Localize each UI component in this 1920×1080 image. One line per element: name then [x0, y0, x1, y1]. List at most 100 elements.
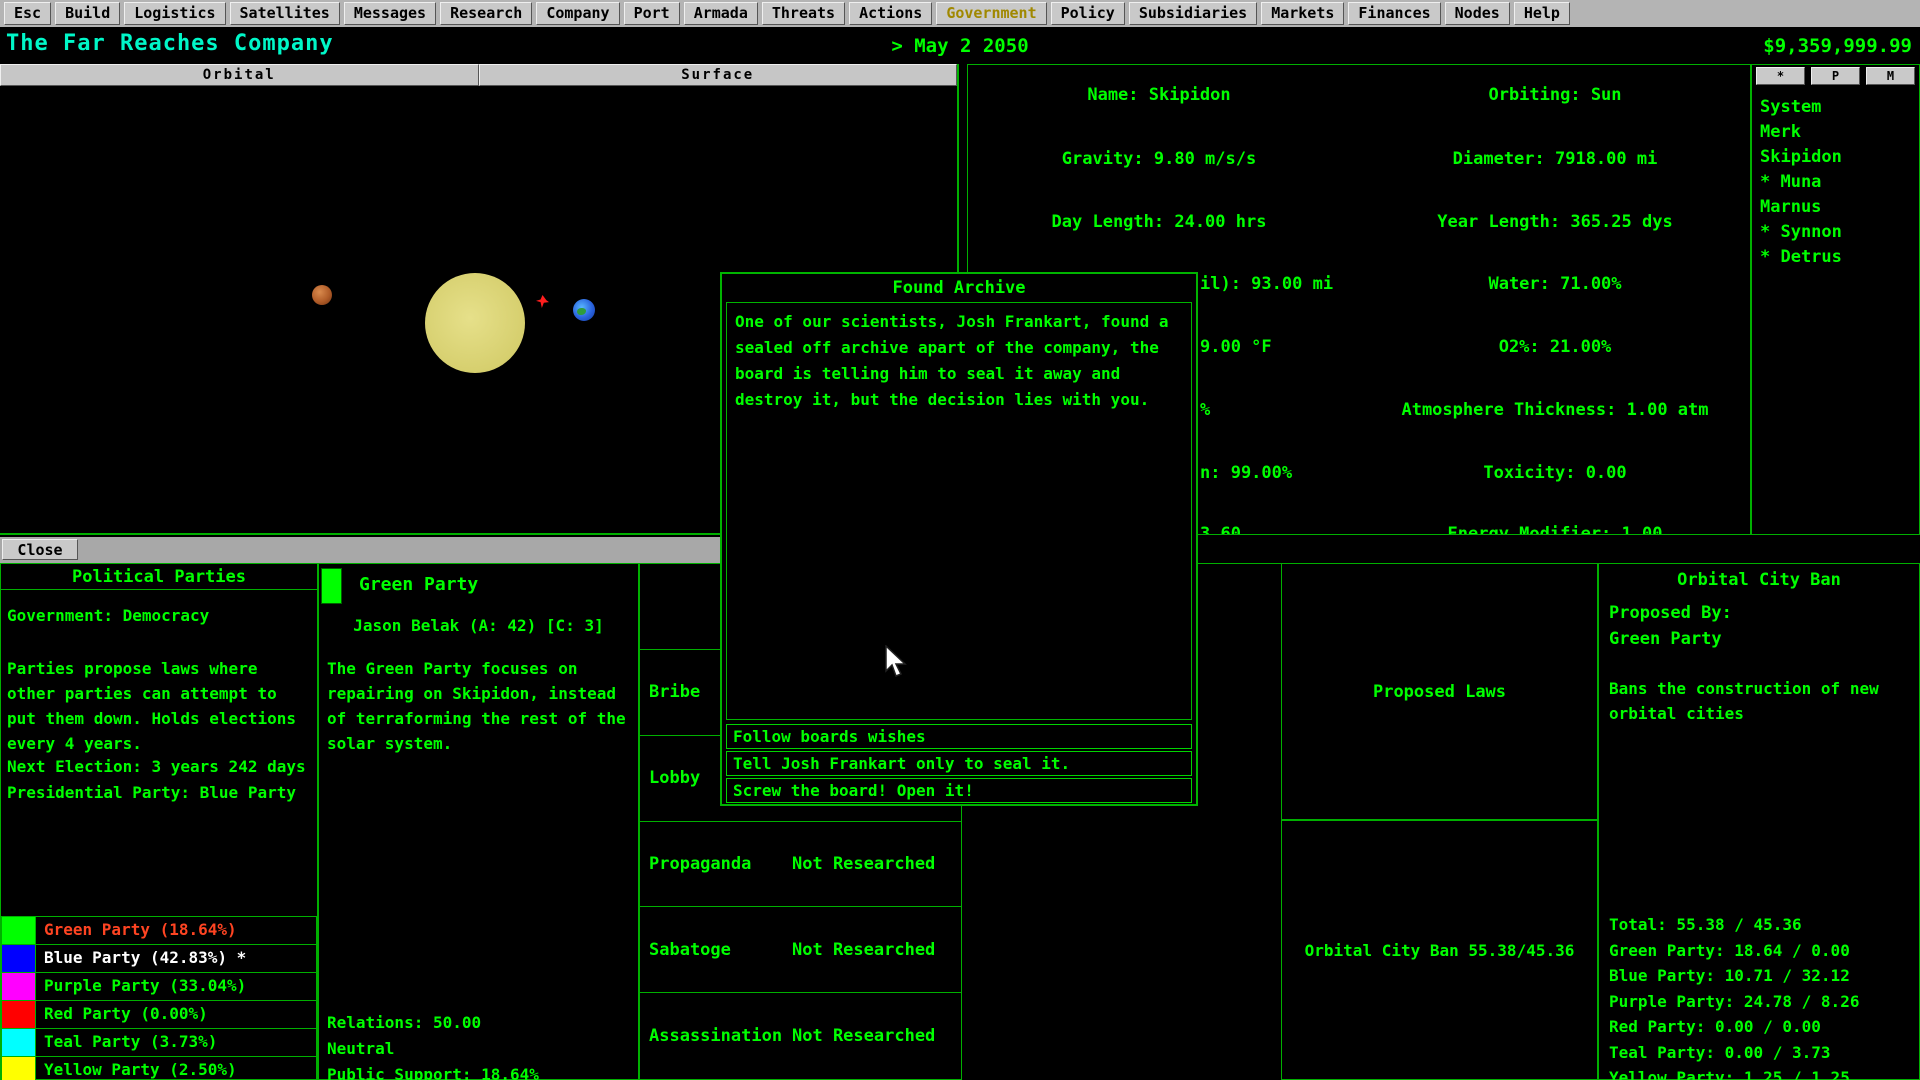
menu-build[interactable]: Build [55, 2, 120, 25]
title-bar: The Far Reaches Company > May 2 2050 $9,… [0, 27, 1920, 64]
vote-yellow: Yellow Party: 1.25 / 1.25 [1609, 1065, 1859, 1080]
party-detail-name: Green Party [359, 574, 478, 595]
dialog-options: Follow boards wishes Tell Josh Frankart … [726, 724, 1192, 805]
law-detail-panel: Orbital City Ban Proposed By: Green Part… [1598, 563, 1920, 1080]
menu-port[interactable]: Port [624, 2, 680, 25]
action-row-propaganda[interactable]: Propaganda Not Researched [640, 822, 961, 908]
party-list: Green Party (18.64%) Blue Party (42.83%)… [1, 916, 317, 1080]
party-detail-swatch [321, 568, 342, 604]
political-parties-header: Political Parties [1, 564, 317, 590]
planet-merk[interactable] [312, 285, 332, 305]
party-row-red[interactable]: Red Party (0.00%) [1, 1000, 317, 1028]
party-color-swatch [2, 945, 36, 972]
sun[interactable] [425, 273, 525, 373]
dialog-option-open-it[interactable]: Screw the board! Open it! [726, 778, 1192, 803]
info-fragment: il): 93.00 mi [1200, 274, 1333, 294]
info-fragment: 3.60 [1200, 524, 1241, 535]
sidebar-item-muna[interactable]: * Muna [1760, 170, 1919, 195]
menu-logistics[interactable]: Logistics [124, 2, 225, 25]
info-fragment: % [1200, 400, 1210, 420]
menu-esc[interactable]: Esc [4, 2, 51, 25]
info-day-length: Day Length: 24.00 hrs [968, 212, 1350, 232]
proposed-law-item[interactable]: Orbital City Ban 55.38/45.36 [1281, 820, 1598, 1080]
sidebar-item-skipidon[interactable]: Skipidon [1760, 145, 1919, 170]
party-detail-panel: Green Party Jason Belak (A: 42) [C: 3] T… [318, 563, 639, 1080]
menu-threats[interactable]: Threats [762, 2, 845, 25]
party-color-swatch [2, 1001, 36, 1028]
dialog-title: Found Archive [722, 274, 1196, 302]
sidebar-item-detrus[interactable]: * Detrus [1760, 245, 1919, 270]
mouse-cursor-icon [884, 645, 910, 683]
dialog-body-text: One of our scientists, Josh Frankart, fo… [726, 302, 1192, 720]
action-status: Not Researched [792, 1026, 935, 1046]
planet-skipidon[interactable] [573, 299, 595, 321]
info-row: Gravity: 9.80 m/s/s Diameter: 7918.00 mi [968, 149, 1750, 171]
action-status: Not Researched [792, 854, 935, 874]
party-row-yellow[interactable]: Yellow Party (2.50%) [1, 1056, 317, 1080]
party-row-green[interactable]: Green Party (18.64%) [1, 916, 317, 944]
menu-finances[interactable]: Finances [1348, 2, 1440, 25]
tab-surface[interactable]: Surface [479, 64, 958, 86]
sidebar-m-button[interactable]: M [1866, 67, 1915, 85]
law-vote-tally: Total: 55.38 / 45.36 Green Party: 18.64 … [1609, 912, 1859, 1080]
party-color-swatch [2, 973, 36, 1000]
fleet-marker-icon[interactable] [536, 295, 549, 308]
info-water: Water: 71.00% [1364, 274, 1746, 294]
vote-purple: Purple Party: 24.78 / 8.26 [1609, 989, 1859, 1015]
system-sidebar: * P M System Merk Skipidon * Muna Marnus… [1751, 64, 1920, 535]
vote-total: Total: 55.38 / 45.36 [1609, 912, 1859, 938]
close-button[interactable]: Close [2, 539, 78, 560]
proposed-by-party: Green Party [1609, 626, 1732, 652]
dialog-option-follow-board[interactable]: Follow boards wishes [726, 724, 1192, 749]
proposed-by-label: Proposed By: [1609, 600, 1732, 626]
info-fragment: 9.00 °F [1200, 337, 1272, 357]
dialog-option-seal-only[interactable]: Tell Josh Frankart only to seal it. [726, 751, 1192, 776]
vote-teal: Teal Party: 0.00 / 3.73 [1609, 1040, 1859, 1066]
viewport-tabs: Orbital Surface [0, 64, 957, 86]
action-status: Not Researched [792, 940, 935, 960]
menu-nodes[interactable]: Nodes [1445, 2, 1510, 25]
sidebar-item-marnus[interactable]: Marnus [1760, 195, 1919, 220]
sidebar-buttons: * P M [1752, 65, 1919, 87]
party-color-swatch [2, 1057, 36, 1080]
government-description: Parties propose laws where other parties… [7, 656, 307, 756]
game-screen: Esc Build Logistics Satellites Messages … [0, 0, 1920, 1080]
menu-markets[interactable]: Markets [1261, 2, 1344, 25]
law-title: Orbital City Ban [1599, 570, 1919, 590]
tab-orbital[interactable]: Orbital [0, 64, 479, 86]
party-support: Public Support: 18.64% [327, 1062, 539, 1080]
menu-help[interactable]: Help [1514, 2, 1570, 25]
proposed-laws-panel: Proposed Laws Orbital City Ban 55.38/45.… [1281, 563, 1598, 1080]
party-row-label: Green Party (18.64%) [36, 917, 316, 944]
info-o2: O2%: 21.00% [1364, 337, 1746, 357]
menu-government[interactable]: Government [936, 2, 1046, 25]
sidebar-p-button[interactable]: P [1811, 67, 1860, 85]
menu-actions[interactable]: Actions [849, 2, 932, 25]
menu-subsidiaries[interactable]: Subsidiaries [1129, 2, 1257, 25]
political-parties-panel: Political Parties Government: Democracy … [0, 563, 318, 1080]
action-row-assassination[interactable]: Assassination Not Researched [640, 993, 961, 1079]
info-toxicity: Toxicity: 0.00 [1364, 463, 1746, 483]
menu-messages[interactable]: Messages [344, 2, 436, 25]
next-election: Next Election: 3 years 242 days [7, 757, 306, 776]
menu-research[interactable]: Research [440, 2, 532, 25]
party-row-purple[interactable]: Purple Party (33.04%) [1, 972, 317, 1000]
party-relations: Relations: 50.00 [327, 1010, 539, 1036]
party-row-blue[interactable]: Blue Party (42.83%) * [1, 944, 317, 972]
info-row: Day Length: 24.00 hrs Year Length: 365.2… [968, 212, 1750, 234]
sidebar-item-merk[interactable]: Merk [1760, 120, 1919, 145]
vote-blue: Blue Party: 10.71 / 32.12 [1609, 963, 1859, 989]
law-proposed-by: Proposed By: Green Party [1609, 600, 1732, 652]
sidebar-item-system[interactable]: System [1760, 95, 1919, 120]
system-body-list: System Merk Skipidon * Muna Marnus * Syn… [1752, 87, 1919, 270]
menu-company[interactable]: Company [536, 2, 619, 25]
sidebar-star-button[interactable]: * [1756, 67, 1805, 85]
menu-satellites[interactable]: Satellites [230, 2, 340, 25]
info-gravity: Gravity: 9.80 m/s/s [968, 149, 1350, 169]
info-name: Name: Skipidon [968, 85, 1350, 105]
party-row-teal[interactable]: Teal Party (3.73%) [1, 1028, 317, 1056]
action-row-sabatoge[interactable]: Sabatoge Not Researched [640, 907, 961, 993]
menu-policy[interactable]: Policy [1051, 2, 1125, 25]
sidebar-item-synnon[interactable]: * Synnon [1760, 220, 1919, 245]
menu-armada[interactable]: Armada [684, 2, 758, 25]
